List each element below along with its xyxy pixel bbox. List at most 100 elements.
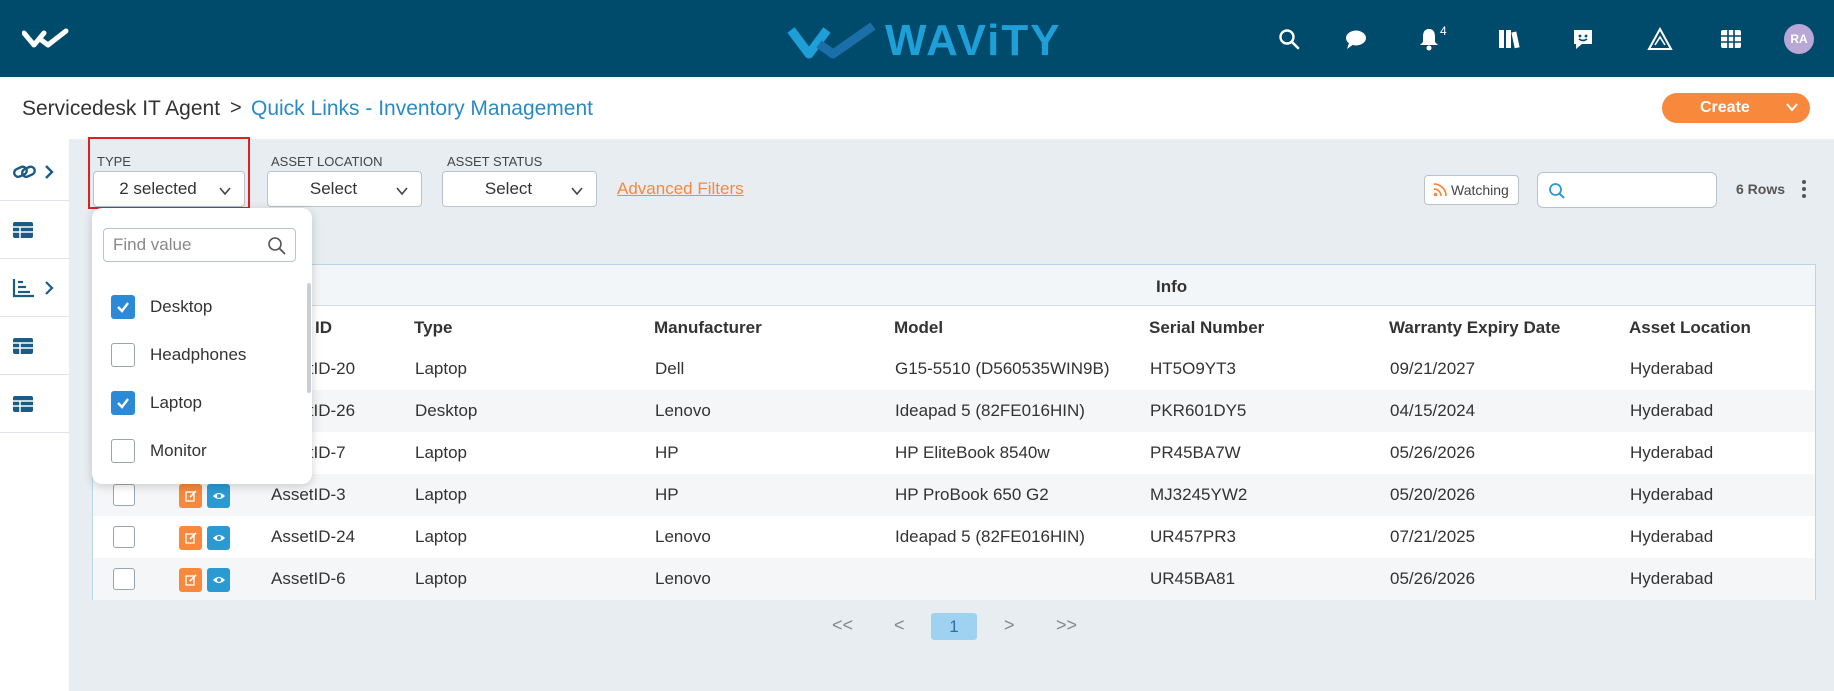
type-option-label: Headphones bbox=[150, 345, 247, 364]
table-row[interactable]: AssetID-3 Laptop HP HP ProBook 650 G2 MJ3245… bbox=[93, 474, 1815, 516]
column-header-warranty-expiry[interactable]: Warranty Expiry Date bbox=[1389, 318, 1560, 338]
breadcrumb-current[interactable]: Quick Links - Inventory Management bbox=[251, 97, 593, 121]
bar-chart-icon bbox=[12, 278, 54, 297]
search-icon bbox=[1548, 182, 1566, 205]
sidebar-item-table-2[interactable] bbox=[0, 317, 69, 375]
cell-asset-location: Hyderabad bbox=[1630, 359, 1714, 378]
type-option-label: Monitor bbox=[150, 441, 207, 460]
more-options-icon[interactable] bbox=[1800, 178, 1808, 200]
row-checkbox[interactable] bbox=[113, 484, 135, 506]
search-icon[interactable] bbox=[1274, 24, 1304, 54]
cell-type: Laptop bbox=[415, 443, 467, 462]
table-group-header: Info bbox=[93, 265, 1815, 306]
type-option-headphones[interactable]: Headphones bbox=[111, 340, 291, 370]
cell-model: HP ProBook 650 G2 bbox=[895, 485, 1049, 504]
group-header-info: Info bbox=[1156, 277, 1188, 296]
advanced-filters-link[interactable]: Advanced Filters bbox=[617, 179, 744, 199]
link-icon bbox=[12, 164, 54, 179]
checkbox-checked-icon[interactable] bbox=[111, 295, 135, 319]
cell-manufacturer: Lenovo bbox=[655, 527, 711, 546]
sidebar-item-table-1[interactable] bbox=[0, 201, 69, 259]
checkbox-unchecked-icon[interactable] bbox=[111, 439, 135, 463]
pagination-prev[interactable]: < bbox=[894, 615, 905, 636]
eye-icon[interactable] bbox=[207, 526, 230, 550]
edit-icon[interactable] bbox=[179, 568, 202, 592]
watching-button[interactable]: Watching bbox=[1424, 175, 1519, 205]
edit-icon[interactable] bbox=[179, 484, 202, 508]
dropdown-scrollbar[interactable] bbox=[307, 283, 311, 393]
alert-triangle-icon[interactable] bbox=[1645, 24, 1675, 54]
cell-model: HP EliteBook 8540w bbox=[895, 443, 1050, 462]
chevron-down-icon[interactable] bbox=[1784, 99, 1800, 120]
column-header-model[interactable]: Model bbox=[894, 318, 943, 338]
eye-icon[interactable] bbox=[207, 568, 230, 592]
grid-icon[interactable] bbox=[1716, 24, 1746, 54]
column-header-manufacturer[interactable]: Manufacturer bbox=[654, 318, 762, 338]
cell-id: AssetID-24 bbox=[271, 527, 356, 546]
cell-type: Laptop bbox=[415, 527, 467, 546]
table-row[interactable]: AssetID-24 Laptop Lenovo Ideapad 5 (82FE016… bbox=[93, 516, 1815, 558]
checkbox-unchecked-icon[interactable] bbox=[111, 343, 135, 367]
column-header-asset-location[interactable]: Asset Location bbox=[1629, 318, 1751, 338]
create-button-label: Create bbox=[1700, 99, 1750, 116]
table-row[interactable]: AssetID-7LaptopHPHP EliteBook 8540wPR45B… bbox=[93, 432, 1815, 474]
sidebar-item-table-3[interactable] bbox=[0, 375, 69, 433]
library-icon[interactable] bbox=[1494, 24, 1524, 54]
edit-icon[interactable] bbox=[179, 526, 202, 550]
type-option-desktop[interactable]: Desktop bbox=[111, 292, 291, 322]
page-header: Servicedesk IT Agent > Quick Links - Inv… bbox=[0, 77, 1834, 139]
home-logo-icon[interactable] bbox=[21, 27, 70, 56]
table-row[interactable]: AssetID-6 Laptop Lenovo UR45BA81 05/26/2026 H… bbox=[93, 558, 1815, 600]
table-search-input[interactable] bbox=[1537, 172, 1717, 208]
type-option-laptop[interactable]: Laptop bbox=[111, 388, 291, 418]
row-checkbox[interactable] bbox=[113, 526, 135, 548]
table-row[interactable]: AssetID-26 Desktop Lenovo Ideapad 5 (82FE01… bbox=[93, 390, 1815, 432]
eye-icon[interactable] bbox=[207, 484, 230, 508]
column-header-id[interactable]: ID bbox=[315, 318, 332, 338]
sidebar-item-reports[interactable] bbox=[0, 259, 69, 317]
pagination-last[interactable]: >> bbox=[1056, 615, 1077, 636]
cell-model: Ideapad 5 (82FE016HIN) bbox=[895, 527, 1085, 546]
type-filter-dropdown: Find value Desktop Headphones Laptop Monito… bbox=[92, 208, 312, 484]
asset-location-filter-select[interactable]: Select bbox=[267, 171, 422, 207]
watching-button-label: Watching bbox=[1451, 182, 1509, 198]
rss-icon bbox=[1433, 183, 1447, 200]
cell-asset-location: Hyderabad bbox=[1630, 527, 1714, 546]
type-option-monitor[interactable]: Monitor bbox=[111, 436, 291, 466]
pagination-first[interactable]: << bbox=[832, 615, 853, 636]
cell-warranty-expiry: 05/26/2026 bbox=[1390, 569, 1476, 588]
cell-warranty-expiry: 05/26/2026 bbox=[1390, 443, 1476, 462]
feedback-icon[interactable] bbox=[1568, 24, 1598, 54]
checkbox-checked-icon[interactable] bbox=[111, 391, 135, 415]
asset-status-filter-value: Select bbox=[484, 179, 533, 198]
column-header-serial-number[interactable]: Serial Number bbox=[1149, 318, 1264, 338]
asset-status-filter-select[interactable]: Select bbox=[442, 171, 597, 207]
cell-type: Laptop bbox=[415, 359, 467, 378]
row-checkbox[interactable] bbox=[113, 568, 135, 590]
brand-mark-icon bbox=[787, 22, 876, 59]
cell-manufacturer: Lenovo bbox=[655, 569, 711, 588]
create-button[interactable]: Create bbox=[1662, 93, 1810, 123]
type-option-label: Desktop bbox=[150, 297, 213, 316]
table-row[interactable]: AssetID-20 Laptop Dell G15-5510 (D560535WIN… bbox=[93, 348, 1815, 390]
cell-model: G15-5510 (D560535WIN9B) bbox=[895, 359, 1110, 378]
pagination-current-page[interactable]: 1 bbox=[931, 613, 977, 640]
cell-asset-location: Hyderabad bbox=[1630, 485, 1714, 504]
pagination-next[interactable]: > bbox=[1004, 615, 1015, 636]
cell-type: Laptop bbox=[415, 569, 467, 588]
asset-status-filter-label: ASSET STATUS bbox=[447, 154, 543, 169]
chat-icon[interactable] bbox=[1341, 24, 1371, 54]
column-header-type[interactable]: Type bbox=[414, 318, 452, 338]
cell-manufacturer: HP bbox=[655, 485, 679, 504]
left-sidebar bbox=[0, 139, 69, 691]
cell-warranty-expiry: 04/15/2024 bbox=[1390, 401, 1476, 420]
cell-type: Desktop bbox=[415, 401, 478, 420]
sidebar-item-links[interactable] bbox=[0, 143, 69, 201]
find-value-input[interactable]: Find value bbox=[103, 228, 296, 262]
user-avatar[interactable]: RA bbox=[1784, 24, 1814, 54]
cell-warranty-expiry: 09/21/2027 bbox=[1390, 359, 1476, 378]
breadcrumb-root[interactable]: Servicedesk IT Agent bbox=[22, 97, 220, 121]
cell-serial-number: PKR601DY5 bbox=[1150, 401, 1247, 420]
cell-serial-number: PR45BA7W bbox=[1150, 443, 1241, 462]
cell-manufacturer: HP bbox=[655, 443, 679, 462]
